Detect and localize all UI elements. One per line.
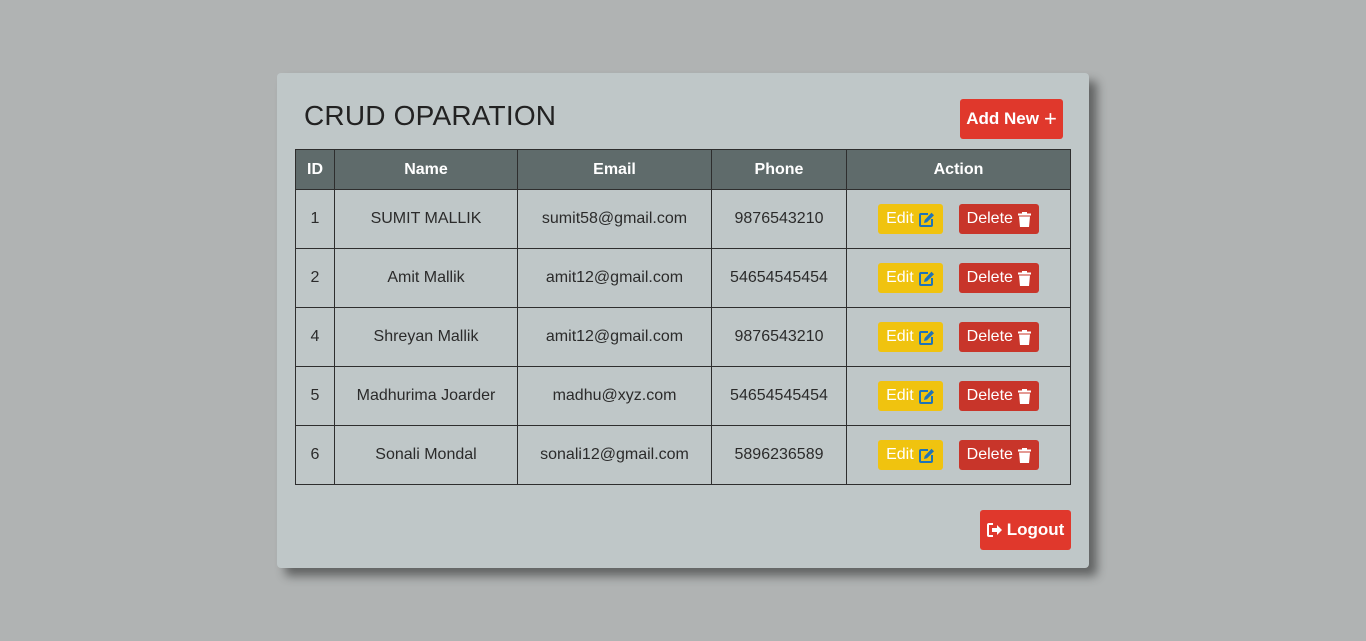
cell-name: Sonali Mondal xyxy=(334,425,518,485)
edit-icon xyxy=(918,271,934,286)
edit-label: Edit xyxy=(886,269,914,286)
cell-phone: 9876543210 xyxy=(711,189,847,249)
trash-icon xyxy=(1017,270,1031,286)
edit-button[interactable]: Edit xyxy=(878,322,943,352)
users-table: ID Name Email Phone Action 1 SUMIT MALLI… xyxy=(295,149,1071,485)
cell-action: Edit Delete xyxy=(846,307,1071,367)
cell-email: sonali12@gmail.com xyxy=(517,425,712,485)
logout-button[interactable]: Logout xyxy=(980,510,1071,550)
edit-button[interactable]: Edit xyxy=(878,204,943,234)
row-actions: Edit Delete xyxy=(847,322,1070,352)
delete-button[interactable]: Delete xyxy=(958,381,1039,411)
trash-icon xyxy=(1017,447,1031,463)
column-header-id: ID xyxy=(295,149,335,190)
edit-button[interactable]: Edit xyxy=(878,263,943,293)
trash-icon xyxy=(1017,388,1031,404)
delete-label: Delete xyxy=(966,269,1013,286)
row-actions: Edit Delete xyxy=(847,204,1070,234)
table-row: 1 SUMIT MALLIK sumit58@gmail.com 9876543… xyxy=(295,189,1071,249)
sign-out-icon xyxy=(986,523,1002,537)
cell-phone: 54654545454 xyxy=(711,248,847,308)
edit-label: Edit xyxy=(886,328,914,345)
delete-label: Delete xyxy=(966,328,1013,345)
delete-button[interactable]: Delete xyxy=(958,204,1039,234)
edit-label: Edit xyxy=(886,446,914,463)
edit-icon xyxy=(918,448,934,463)
edit-button[interactable]: Edit xyxy=(878,381,943,411)
row-actions: Edit Delete xyxy=(847,440,1070,470)
column-header-action: Action xyxy=(846,149,1071,190)
cell-id: 1 xyxy=(295,189,335,249)
cell-email: amit12@gmail.com xyxy=(517,307,712,367)
cell-email: amit12@gmail.com xyxy=(517,248,712,308)
edit-label: Edit xyxy=(886,387,914,404)
cell-name: Madhurima Joarder xyxy=(334,366,518,426)
cell-action: Edit Delete xyxy=(846,248,1071,308)
cell-id: 4 xyxy=(295,307,335,367)
delete-label: Delete xyxy=(966,446,1013,463)
add-new-button[interactable]: Add New + xyxy=(960,99,1063,139)
cell-phone: 9876543210 xyxy=(711,307,847,367)
delete-button[interactable]: Delete xyxy=(958,263,1039,293)
edit-icon xyxy=(918,212,934,227)
trash-icon xyxy=(1017,329,1031,345)
edit-icon xyxy=(918,330,934,345)
cell-id: 2 xyxy=(295,248,335,308)
edit-button[interactable]: Edit xyxy=(878,440,943,470)
table-row: 2 Amit Mallik amit12@gmail.com 546545454… xyxy=(295,248,1071,308)
cell-name: Shreyan Mallik xyxy=(334,307,518,367)
delete-button[interactable]: Delete xyxy=(958,440,1039,470)
edit-icon xyxy=(918,389,934,404)
cell-phone: 54654545454 xyxy=(711,366,847,426)
cell-email: madhu@xyz.com xyxy=(517,366,712,426)
column-header-email: Email xyxy=(517,149,712,190)
table-row: 6 Sonali Mondal sonali12@gmail.com 58962… xyxy=(295,425,1071,485)
crud-card: CRUD OPARATION Add New + ID Name Email P… xyxy=(277,73,1089,568)
add-new-label: Add New xyxy=(966,109,1039,128)
edit-label: Edit xyxy=(886,210,914,227)
cell-action: Edit Delete xyxy=(846,366,1071,426)
delete-label: Delete xyxy=(966,210,1013,227)
cell-action: Edit Delete xyxy=(846,425,1071,485)
cell-email: sumit58@gmail.com xyxy=(517,189,712,249)
row-actions: Edit Delete xyxy=(847,263,1070,293)
table-row: 4 Shreyan Mallik amit12@gmail.com 987654… xyxy=(295,307,1071,367)
cell-id: 6 xyxy=(295,425,335,485)
cell-name: Amit Mallik xyxy=(334,248,518,308)
table-row: 5 Madhurima Joarder madhu@xyz.com 546545… xyxy=(295,366,1071,426)
delete-button[interactable]: Delete xyxy=(958,322,1039,352)
cell-id: 5 xyxy=(295,366,335,426)
delete-label: Delete xyxy=(966,387,1013,404)
column-header-name: Name xyxy=(334,149,518,190)
trash-icon xyxy=(1017,211,1031,227)
table-header-row: ID Name Email Phone Action xyxy=(295,149,1071,190)
plus-icon: + xyxy=(1043,106,1057,131)
cell-name: SUMIT MALLIK xyxy=(334,189,518,249)
page-title: CRUD OPARATION xyxy=(304,100,557,131)
cell-action: Edit Delete xyxy=(846,189,1071,249)
column-header-phone: Phone xyxy=(711,149,847,190)
cell-phone: 5896236589 xyxy=(711,425,847,485)
row-actions: Edit Delete xyxy=(847,381,1070,411)
logout-label: Logout xyxy=(1006,520,1065,539)
